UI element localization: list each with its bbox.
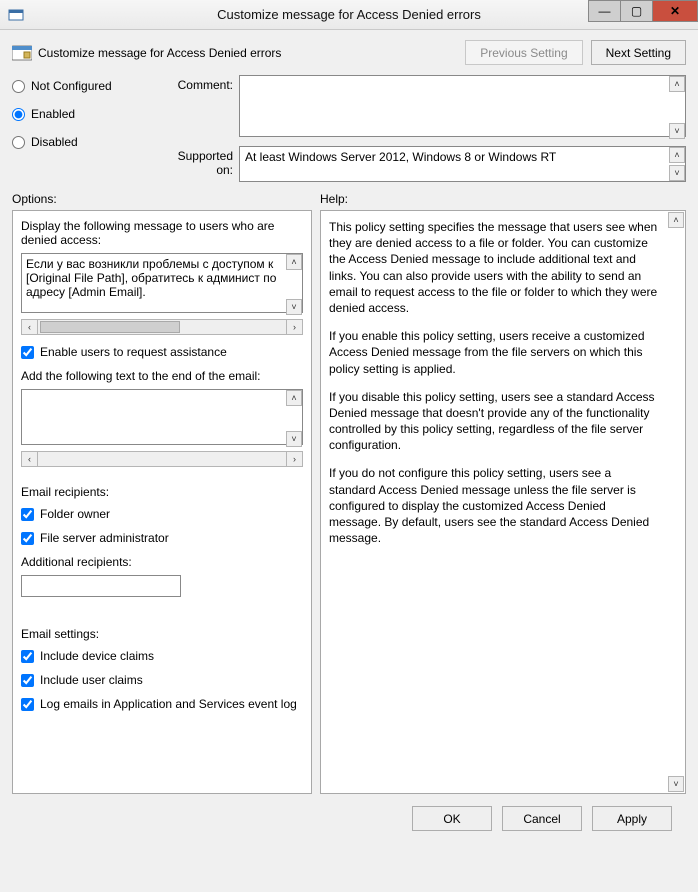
folder-owner-checkbox[interactable] <box>21 508 34 521</box>
scroll-up-icon[interactable]: ˄ <box>286 390 302 406</box>
scroll-left-icon[interactable]: ‹ <box>22 320 38 334</box>
folder-owner-label: Folder owner <box>40 507 110 521</box>
radio-enabled-label: Enabled <box>31 107 75 121</box>
email-settings-label: Email settings: <box>21 627 303 641</box>
radio-disabled-input[interactable] <box>12 136 25 149</box>
help-panel: This policy setting specifies the messag… <box>320 210 686 794</box>
enable-request-assistance-label: Enable users to request assistance <box>40 345 227 359</box>
log-emails-checkbox[interactable] <box>21 698 34 711</box>
scroll-up-icon[interactable]: ˄ <box>669 147 685 163</box>
close-button[interactable]: ✕ <box>652 0 698 22</box>
log-emails[interactable]: Log emails in Application and Services e… <box>21 697 303 711</box>
options-label: Options: <box>12 192 320 206</box>
hscrollbar[interactable]: ‹ › <box>21 451 303 467</box>
radio-not-configured-input[interactable] <box>12 80 25 93</box>
file-server-admin[interactable]: File server administrator <box>21 531 303 545</box>
help-paragraph: If you disable this policy setting, user… <box>329 389 659 454</box>
radio-disabled-label: Disabled <box>31 135 78 149</box>
policy-icon <box>12 44 32 62</box>
help-paragraph: If you enable this policy setting, users… <box>329 328 659 377</box>
include-user-claims[interactable]: Include user claims <box>21 673 303 687</box>
display-message-textarea[interactable] <box>21 253 303 313</box>
next-setting-button[interactable]: Next Setting <box>591 40 686 65</box>
radio-enabled[interactable]: Enabled <box>12 107 152 121</box>
ok-button[interactable]: OK <box>412 806 492 831</box>
scroll-down-icon[interactable]: ˅ <box>669 165 685 181</box>
include-device-claims-checkbox[interactable] <box>21 650 34 663</box>
options-panel: Display the following message to users w… <box>12 210 312 794</box>
file-server-admin-label: File server administrator <box>40 531 169 545</box>
scroll-down-icon[interactable]: ˅ <box>668 776 684 792</box>
help-paragraph: If you do not configure this policy sett… <box>329 465 659 546</box>
log-emails-label: Log emails in Application and Services e… <box>40 697 297 711</box>
additional-recipients-label: Additional recipients: <box>21 555 303 569</box>
radio-not-configured-label: Not Configured <box>31 79 112 93</box>
titlebar: Customize message for Access Denied erro… <box>0 0 698 30</box>
apply-button[interactable]: Apply <box>592 806 672 831</box>
scroll-up-icon[interactable]: ˄ <box>668 212 684 228</box>
email-recipients-label: Email recipients: <box>21 485 303 499</box>
email-text-textarea[interactable] <box>21 389 303 445</box>
help-label: Help: <box>320 192 348 206</box>
additional-recipients-input[interactable] <box>21 575 181 597</box>
include-user-claims-label: Include user claims <box>40 673 143 687</box>
minimize-button[interactable]: — <box>588 0 621 22</box>
include-device-claims[interactable]: Include device claims <box>21 649 303 663</box>
supported-on-label: Supported on: <box>158 146 233 182</box>
scroll-up-icon[interactable]: ˄ <box>669 76 685 92</box>
scroll-down-icon[interactable]: ˅ <box>669 123 685 139</box>
comment-label: Comment: <box>158 75 233 140</box>
display-message-label: Display the following message to users w… <box>21 219 303 247</box>
page-heading: Customize message for Access Denied erro… <box>38 46 281 60</box>
include-user-claims-checkbox[interactable] <box>21 674 34 687</box>
previous-setting-button[interactable]: Previous Setting <box>465 40 582 65</box>
radio-not-configured[interactable]: Not Configured <box>12 79 152 93</box>
help-paragraph: This policy setting specifies the messag… <box>329 219 659 316</box>
radio-disabled[interactable]: Disabled <box>12 135 152 149</box>
scroll-up-icon[interactable]: ˄ <box>286 254 302 270</box>
cancel-button[interactable]: Cancel <box>502 806 582 831</box>
hscrollbar[interactable]: ‹ › <box>21 319 303 335</box>
scroll-down-icon[interactable]: ˅ <box>286 299 302 315</box>
file-server-admin-checkbox[interactable] <box>21 532 34 545</box>
enable-request-assistance-checkbox[interactable] <box>21 346 34 359</box>
enable-request-assistance[interactable]: Enable users to request assistance <box>21 345 303 359</box>
include-device-claims-label: Include device claims <box>40 649 154 663</box>
folder-owner[interactable]: Folder owner <box>21 507 303 521</box>
scroll-right-icon[interactable]: › <box>286 452 302 466</box>
maximize-button[interactable]: ▢ <box>620 0 653 22</box>
scrollbar-thumb[interactable] <box>40 321 180 333</box>
radio-enabled-input[interactable] <box>12 108 25 121</box>
comment-textarea[interactable] <box>239 75 686 137</box>
scroll-left-icon[interactable]: ‹ <box>22 452 38 466</box>
help-text: This policy setting specifies the messag… <box>329 219 677 546</box>
scroll-down-icon[interactable]: ˅ <box>286 431 302 447</box>
scroll-right-icon[interactable]: › <box>286 320 302 334</box>
email-text-label: Add the following text to the end of the… <box>21 369 303 383</box>
supported-on-value: At least Windows Server 2012, Windows 8 … <box>239 146 686 182</box>
